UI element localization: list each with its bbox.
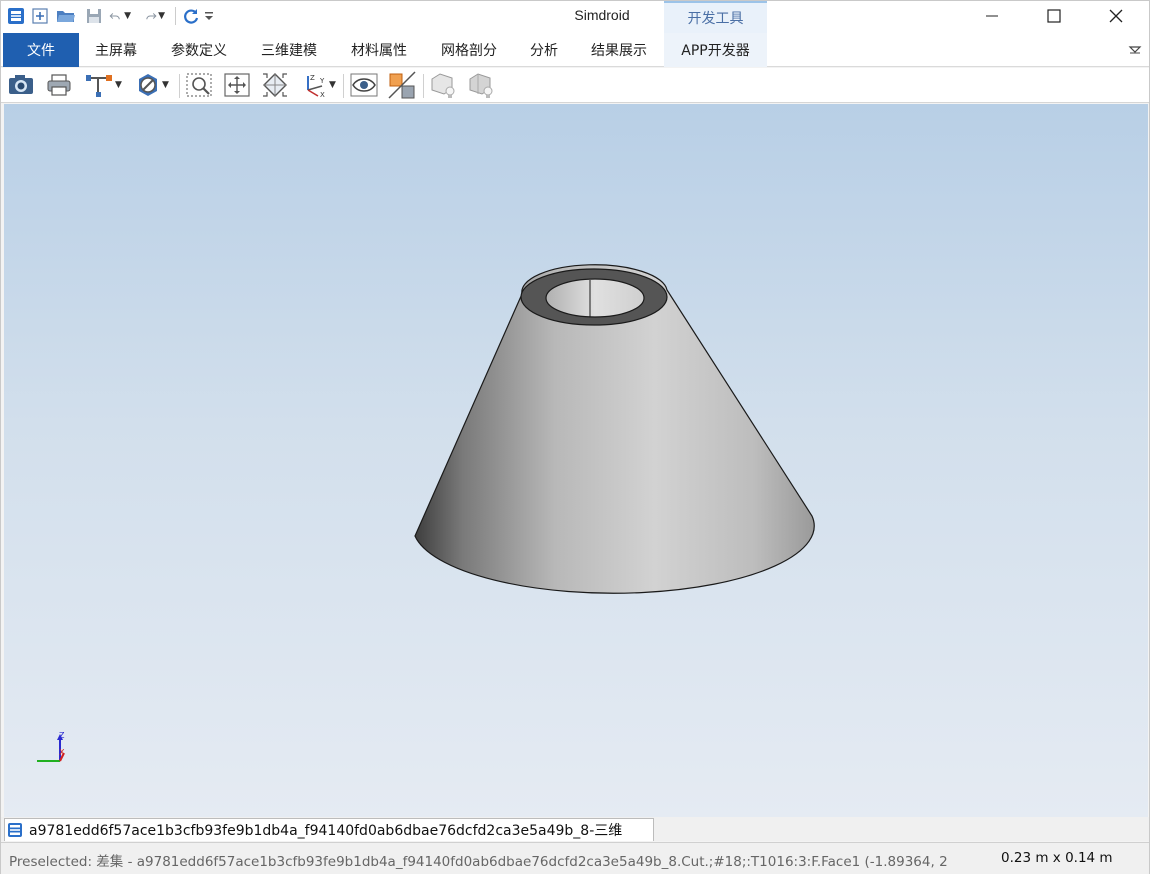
ribbon-collapse-icon[interactable] (1125, 33, 1145, 67)
print-icon[interactable] (43, 70, 75, 100)
edge-toggle-icon[interactable] (385, 70, 419, 100)
qa-separator (175, 7, 176, 25)
close-button[interactable] (1085, 1, 1147, 31)
view-cube-icon[interactable] (259, 70, 291, 100)
light-1-icon[interactable] (427, 70, 459, 100)
tab-3d-modeling[interactable]: 三维建模 (249, 33, 329, 67)
camera-icon[interactable] (5, 70, 37, 100)
view-toolbar: ▼ ▼ ZYX ▼ (1, 68, 1149, 103)
status-preselected-text: Preselected: 差集 - a9781edd6f57ace1b3cfb9… (9, 854, 948, 870)
tab-analysis[interactable]: 分析 (519, 33, 569, 67)
document-tab[interactable]: a9781edd6f57ace1b3cfb93fe9b1db4a_f94140f… (4, 818, 654, 841)
open-folder-icon[interactable] (55, 5, 77, 27)
tab-meshing[interactable]: 网格剖分 (429, 33, 509, 67)
save-icon[interactable] (83, 5, 105, 27)
axis-x-label: X (59, 748, 65, 757)
app-icon[interactable] (5, 5, 27, 27)
tab-materials[interactable]: 材料属性 (339, 33, 419, 67)
zoom-box-icon[interactable] (183, 70, 215, 100)
app-window: ▼ ▼ Simdroid 开发工具 文件 主屏幕 参数定义 三维建模 材料属性 … (0, 0, 1150, 874)
3d-viewport[interactable]: Z X (4, 104, 1148, 817)
minimize-button[interactable] (961, 1, 1023, 31)
document-tab-bar: a9781edd6f57ace1b3cfb93fe9b1db4a_f94140f… (1, 817, 1149, 841)
fit-all-icon[interactable] (221, 70, 253, 100)
new-icon[interactable] (29, 5, 51, 27)
status-dimensions: 0.23 m x 0.14 m (1001, 850, 1141, 866)
ribbon-tab-bar: 文件 主屏幕 参数定义 三维建模 材料属性 网格剖分 分析 结果展示 APP开发… (1, 33, 1149, 67)
svg-text:Y: Y (319, 77, 325, 85)
cone-model[interactable]: Z X (4, 104, 1148, 817)
window-title: Simdroid (574, 7, 630, 23)
axis-select-icon[interactable]: ▼ (81, 70, 125, 100)
clip-icon[interactable]: ▼ (131, 70, 173, 100)
toolbar-separator (423, 74, 424, 98)
refresh-icon[interactable] (180, 5, 202, 27)
toolbar-separator (343, 74, 344, 98)
svg-text:X: X (320, 91, 325, 98)
cone-inner-hole (545, 278, 645, 318)
undo-icon[interactable]: ▼ (109, 5, 131, 27)
quick-access-toolbar: ▼ ▼ (5, 5, 216, 27)
tab-app-developer[interactable]: APP开发器 (664, 33, 767, 67)
status-bar: Preselected: 差集 - a9781edd6f57ace1b3cfb9… (1, 842, 1149, 874)
redo-icon[interactable]: ▼ (143, 5, 165, 27)
document-tab-label: a9781edd6f57ace1b3cfb93fe9b1db4a_f94140f… (29, 823, 623, 839)
axes-orient-icon[interactable]: ZYX ▼ (297, 70, 339, 100)
tab-results[interactable]: 结果展示 (579, 33, 659, 67)
maximize-button[interactable] (1023, 1, 1085, 31)
tab-parameters[interactable]: 参数定义 (159, 33, 239, 67)
tab-file[interactable]: 文件 (3, 33, 79, 67)
svg-text:Z: Z (310, 74, 315, 82)
eye-icon[interactable] (347, 70, 381, 100)
axis-triad: Z X (37, 731, 65, 762)
model-icon (7, 822, 23, 838)
light-2-icon[interactable] (465, 70, 497, 100)
customize-icon[interactable] (202, 5, 216, 27)
tab-home[interactable]: 主屏幕 (83, 33, 149, 67)
tab-dev-tools[interactable]: 开发工具 (664, 1, 767, 33)
title-bar: ▼ ▼ Simdroid 开发工具 (1, 1, 1149, 33)
toolbar-separator (179, 74, 180, 98)
axis-z-label: Z (59, 731, 65, 740)
